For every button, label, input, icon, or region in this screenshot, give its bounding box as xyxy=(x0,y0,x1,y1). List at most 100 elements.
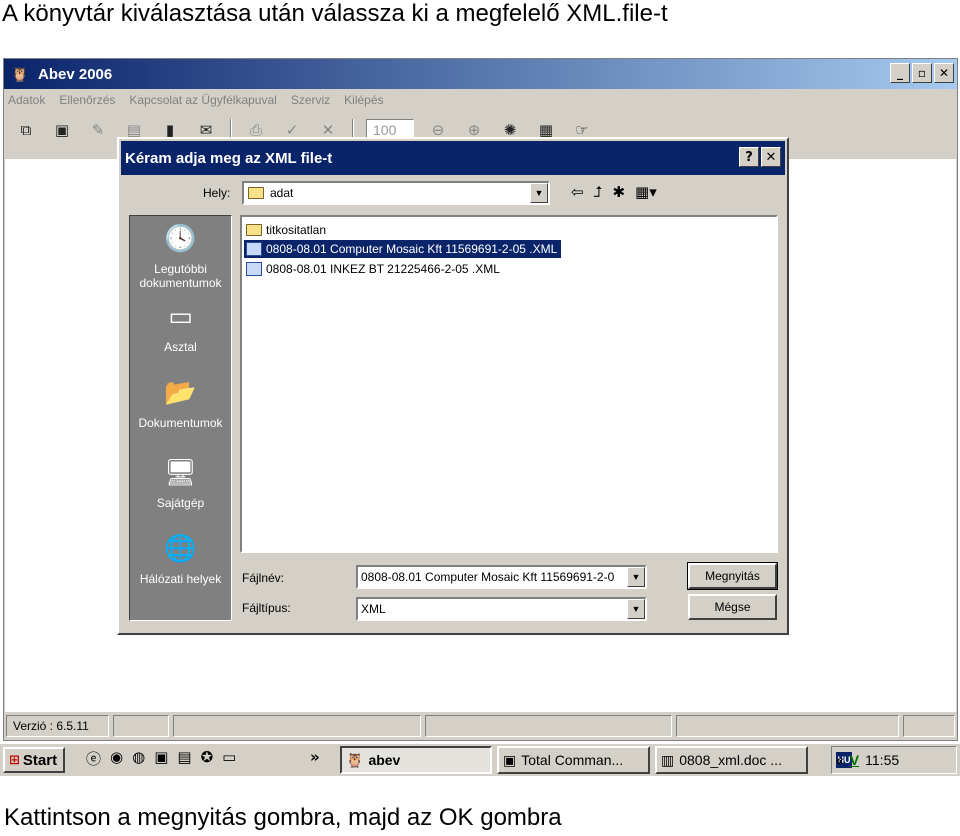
filetype-select[interactable]: XML ▼ xyxy=(356,597,647,621)
open-button[interactable]: Megnyitás xyxy=(687,562,778,590)
task-label: Total Comman... xyxy=(521,752,624,768)
edit-icon[interactable]: ✎ xyxy=(86,119,110,141)
place-my-documents[interactable]: 📂 Dokumentumok xyxy=(130,376,231,430)
place-label: Legutóbbi dokumentumok xyxy=(139,262,222,290)
filetype-label: Fájltípus: xyxy=(242,601,291,615)
desktop-icon: ▭ xyxy=(168,302,193,332)
minimize-button[interactable]: _ xyxy=(890,63,910,83)
file-name: titkositatlan xyxy=(266,223,327,237)
xml-file-icon xyxy=(246,262,262,276)
word-doc-icon: ▥ xyxy=(661,751,675,768)
windows-logo-icon: ⊞ xyxy=(9,752,20,768)
filename-value: 0808-08.01 Computer Mosaic Kft 11569691-… xyxy=(361,570,615,584)
task-total-commander[interactable]: ▣ Total Comman... xyxy=(497,746,650,774)
firefox-icon[interactable]: ◉ xyxy=(110,748,123,769)
floppy-icon: ▣ xyxy=(503,751,517,768)
menu-ellenorzes[interactable]: Ellenőrzés xyxy=(59,93,115,107)
list-item[interactable]: titkositatlan xyxy=(244,221,330,239)
status-cell-empty xyxy=(172,715,421,737)
location-value: adat xyxy=(270,186,294,200)
view-menu-icon[interactable]: ▦▾ xyxy=(635,183,657,201)
task-label: 0808_xml.doc ... xyxy=(679,752,782,768)
my-documents-icon: 📂 xyxy=(164,378,197,408)
nav-icons: ⇦ ⮥ ✱ ▦▾ xyxy=(571,183,657,201)
place-recent[interactable]: 🕓 Legutóbbi dokumentumok xyxy=(130,222,231,290)
save-icon[interactable]: ▣ xyxy=(50,119,74,141)
filetype-value: XML xyxy=(361,602,386,616)
start-label: Start xyxy=(22,751,58,769)
menu-adatok[interactable]: Adatok xyxy=(8,93,45,107)
status-cell-empty xyxy=(676,715,900,737)
open-xml-dialog: Kéram adja meg az XML file-t ? ✕ Hely: a… xyxy=(117,137,789,635)
place-desktop[interactable]: ▭ Asztal xyxy=(130,300,231,354)
my-computer-icon: 🖥 xyxy=(163,458,197,488)
place-my-computer[interactable]: 🖥 Sajátgép xyxy=(130,456,231,510)
place-label: Hálózati helyek xyxy=(139,572,222,586)
file-name: 0808-08.01 INKEZ BT 21225466-2-05 .XML xyxy=(266,262,500,276)
up-folder-icon[interactable]: ⮥ xyxy=(594,183,603,201)
abev-logo-icon: 🦉 xyxy=(11,65,29,82)
new-folder-icon[interactable]: ✱ xyxy=(612,183,625,201)
system-tray: « V 11:55 xyxy=(831,746,957,774)
floppy-icon[interactable]: ▣ xyxy=(154,748,168,769)
menu-kilepes[interactable]: Kilépés xyxy=(344,93,383,107)
start-button[interactable]: ⊞ Start xyxy=(3,747,65,773)
location-label: Hely: xyxy=(203,186,231,200)
chevron-down-icon[interactable]: ▼ xyxy=(530,183,548,203)
maximize-button[interactable]: ▫ xyxy=(912,63,932,83)
file-name: 0808-08.01 Computer Mosaic Kft 11569691-… xyxy=(266,242,558,256)
place-label: Asztal xyxy=(164,340,197,354)
filename-field[interactable]: 0808-08.01 Computer Mosaic Kft 11569691-… xyxy=(356,565,647,589)
location-combo[interactable]: adat ▼ xyxy=(242,181,550,205)
dialog-close-button[interactable]: ✕ xyxy=(761,147,781,167)
task-abev[interactable]: 🦉 abev xyxy=(340,746,492,774)
clock: 11:55 xyxy=(865,752,900,768)
list-item[interactable]: 0808-08.01 INKEZ BT 21225466-2-05 .XML xyxy=(244,260,504,278)
places-bar: 🕓 Legutóbbi dokumentumok ▭ Asztal 📂 Doku… xyxy=(129,215,232,621)
app-title: Abev 2006 xyxy=(38,65,113,83)
taskbar: ⊞ Start ⓔ ◉ ◍ ▣ ▤ ✪ ▭ » 🦉 abev ▣ Total C… xyxy=(0,742,960,776)
dialog-title: Kéram adja meg az XML file-t xyxy=(125,149,333,167)
copy-icon[interactable]: ⧉ xyxy=(14,119,38,141)
menu-ugyfelkapu[interactable]: Kapcsolat az Ügyfélkapuval xyxy=(129,93,276,107)
dialog-title-bar: Kéram adja meg az XML file-t ? ✕ xyxy=(121,141,785,175)
menu-szerviz[interactable]: Szerviz xyxy=(291,93,330,107)
task-word-doc[interactable]: ▥ 0808_xml.doc ... xyxy=(655,746,808,774)
caption-bottom: Kattintson a megnyitás gombra, majd az O… xyxy=(4,804,562,831)
app-icon[interactable]: ▤ xyxy=(177,748,191,769)
statusbar: Verzió : 6.5.11 xyxy=(6,715,956,737)
help-button[interactable]: ? xyxy=(739,147,759,167)
menubar: Adatok Ellenőrzés Kapcsolat az Ügyfélkap… xyxy=(4,89,384,111)
app-title-bar: 🦉 Abev 2006 _ ▫ ✕ xyxy=(4,59,957,89)
window-icon[interactable]: ▭ xyxy=(222,748,236,769)
status-cell-empty xyxy=(424,715,673,737)
vc-tray-icon[interactable]: V xyxy=(850,752,859,768)
xml-file-icon xyxy=(246,242,262,256)
abev-task-icon: 🦉 xyxy=(346,751,364,768)
status-cell-empty xyxy=(113,715,169,737)
chevron-down-icon[interactable]: ▼ xyxy=(627,599,645,619)
filename-label: Fájlnév: xyxy=(242,571,285,585)
cancel-button[interactable]: Mégse xyxy=(688,594,777,620)
chevron-down-icon[interactable]: ▼ xyxy=(627,567,645,587)
browser-icon[interactable]: ◍ xyxy=(132,748,145,769)
network-places-icon: 🌐 xyxy=(164,534,197,564)
caption-top: A könyvtár kiválasztása után válassza ki… xyxy=(2,0,668,27)
close-button[interactable]: ✕ xyxy=(934,63,954,83)
folder-icon xyxy=(246,224,262,236)
task-label: abev xyxy=(368,752,401,768)
recent-documents-icon: 🕓 xyxy=(164,224,197,254)
file-list: titkositatlan 0808-08.01 Computer Mosaic… xyxy=(240,215,778,553)
quick-launch: ⓔ ◉ ◍ ▣ ▤ ✪ ▭ xyxy=(86,748,236,769)
back-icon[interactable]: ⇦ xyxy=(571,183,584,201)
abev-quick-icon[interactable]: ✪ xyxy=(201,748,214,769)
quicklaunch-overflow[interactable]: » xyxy=(310,748,320,766)
ie-icon[interactable]: ⓔ xyxy=(86,748,101,769)
tray-collapse[interactable]: « xyxy=(836,752,844,768)
status-cell-empty xyxy=(903,715,956,737)
place-label: Dokumentumok xyxy=(138,416,223,430)
place-network[interactable]: 🌐 Hálózati helyek xyxy=(130,532,231,586)
list-item-selected[interactable]: 0808-08.01 Computer Mosaic Kft 11569691-… xyxy=(244,240,562,258)
place-label: Sajátgép xyxy=(156,496,205,510)
folder-icon xyxy=(248,187,264,199)
